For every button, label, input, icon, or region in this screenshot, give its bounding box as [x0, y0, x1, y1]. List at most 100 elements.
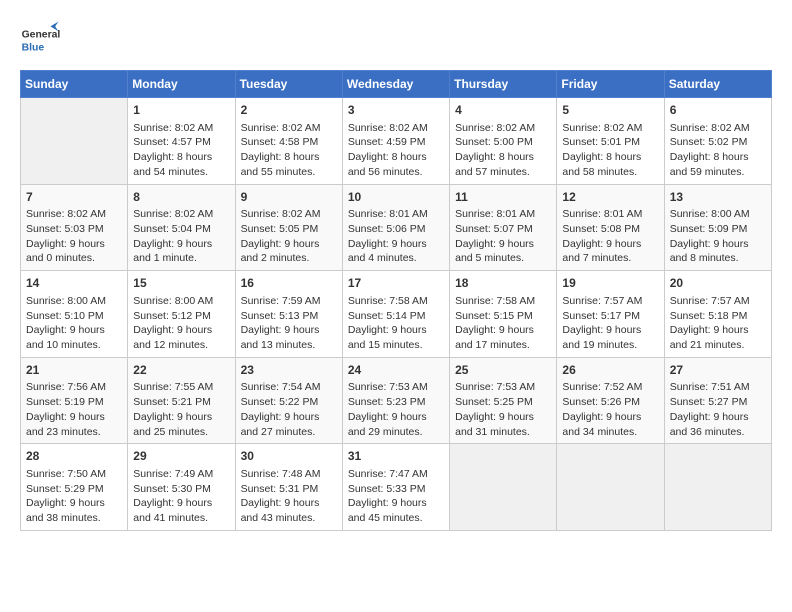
calendar-cell: 20 Sunrise: 7:57 AMSunset: 5:18 PMDayligh…	[664, 271, 771, 358]
day-number: 9	[241, 189, 337, 206]
calendar-cell: 12Sunrise: 8:01 AMSunset: 5:08 PMDayligh…	[557, 184, 664, 271]
svg-text:General: General	[22, 30, 60, 41]
day-number: 29	[133, 448, 229, 465]
svg-text:Blue: Blue	[22, 42, 45, 53]
calendar-cell: 18Sunrise: 7:58 AMSunset: 5:15 PMDayligh…	[450, 271, 557, 358]
day-number: 3	[348, 102, 444, 119]
day-number: 1	[133, 102, 229, 119]
day-number: 26	[562, 362, 658, 379]
calendar-cell: 21Sunrise: 7:56 AMSunset: 5:19 PMDayligh…	[21, 357, 128, 444]
day-info: Sunrise: 8:02 AMSunset: 5:00 PMDaylight:…	[455, 121, 551, 180]
day-info: Sunrise: 7:55 AMSunset: 5:21 PMDaylight:…	[133, 380, 229, 439]
header-thursday: Thursday	[450, 71, 557, 98]
calendar-cell: 13Sunrise: 8:00 AMSunset: 5:09 PMDayligh…	[664, 184, 771, 271]
day-info: Sunrise: 8:02 AMSunset: 5:01 PMDaylight:…	[562, 121, 658, 180]
week-row-3: 21Sunrise: 7:56 AMSunset: 5:19 PMDayligh…	[21, 357, 772, 444]
calendar-table: SundayMondayTuesdayWednesdayThursdayFrid…	[20, 70, 772, 531]
logo: General Blue	[20, 20, 60, 60]
calendar-cell: 27Sunrise: 7:51 AMSunset: 5:27 PMDayligh…	[664, 357, 771, 444]
day-info: Sunrise: 7:52 AMSunset: 5:26 PMDaylight:…	[562, 380, 658, 439]
header-friday: Friday	[557, 71, 664, 98]
day-info: Sunrise: 7:59 AMSunset: 5:13 PMDaylight:…	[241, 294, 337, 353]
day-info: Sunrise: 8:02 AMSunset: 5:03 PMDaylight:…	[26, 207, 122, 266]
day-number: 10	[348, 189, 444, 206]
day-number: 28	[26, 448, 122, 465]
week-row-4: 28 Sunrise: 7:50 AMSunset: 5:29 PMDayligh…	[21, 444, 772, 531]
calendar-body: 1 Sunrise: 8:02 AMSunset: 4:57 PMDaylight…	[21, 98, 772, 531]
day-info: Sunrise: 8:01 AMSunset: 5:06 PMDaylight:…	[348, 207, 444, 266]
header-saturday: Saturday	[664, 71, 771, 98]
day-number: 2	[241, 102, 337, 119]
week-row-2: 14Sunrise: 8:00 AMSunset: 5:10 PMDayligh…	[21, 271, 772, 358]
calendar-cell: 17Sunrise: 7:58 AMSunset: 5:14 PMDayligh…	[342, 271, 449, 358]
calendar-cell: 3Sunrise: 8:02 AMSunset: 4:59 PMDaylight…	[342, 98, 449, 185]
calendar-cell: 24Sunrise: 7:53 AMSunset: 5:23 PMDayligh…	[342, 357, 449, 444]
header-sunday: Sunday	[21, 71, 128, 98]
day-number: 23	[241, 362, 337, 379]
day-number: 21	[26, 362, 122, 379]
day-number: 13	[670, 189, 766, 206]
day-number: 27	[670, 362, 766, 379]
day-info: Sunrise: 7:50 AMSunset: 5:29 PMDaylight:…	[26, 467, 122, 526]
day-info: Sunrise: 8:02 AMSunset: 4:57 PMDaylight:…	[133, 121, 229, 180]
day-info: Sunrise: 7:49 AMSunset: 5:30 PMDaylight:…	[133, 467, 229, 526]
calendar-cell: 30Sunrise: 7:48 AMSunset: 5:31 PMDayligh…	[235, 444, 342, 531]
calendar-cell: 22Sunrise: 7:55 AMSunset: 5:21 PMDayligh…	[128, 357, 235, 444]
day-number: 25	[455, 362, 551, 379]
calendar-cell	[21, 98, 128, 185]
day-number: 5	[562, 102, 658, 119]
day-info: Sunrise: 8:00 AMSunset: 5:09 PMDaylight:…	[670, 207, 766, 266]
calendar-cell: 26Sunrise: 7:52 AMSunset: 5:26 PMDayligh…	[557, 357, 664, 444]
page-header: General Blue	[20, 20, 772, 60]
calendar-cell: 7Sunrise: 8:02 AMSunset: 5:03 PMDaylight…	[21, 184, 128, 271]
day-info: Sunrise: 7:54 AMSunset: 5:22 PMDaylight:…	[241, 380, 337, 439]
day-number: 22	[133, 362, 229, 379]
calendar-cell: 25Sunrise: 7:53 AMSunset: 5:25 PMDayligh…	[450, 357, 557, 444]
day-number: 24	[348, 362, 444, 379]
day-info: Sunrise: 7:57 AMSunset: 5:17 PMDaylight:…	[562, 294, 658, 353]
week-row-1: 7Sunrise: 8:02 AMSunset: 5:03 PMDaylight…	[21, 184, 772, 271]
day-info: Sunrise: 8:02 AMSunset: 5:02 PMDaylight:…	[670, 121, 766, 180]
calendar-cell: 31Sunrise: 7:47 AMSunset: 5:33 PMDayligh…	[342, 444, 449, 531]
header-wednesday: Wednesday	[342, 71, 449, 98]
day-number: 20	[670, 275, 766, 292]
day-number: 31	[348, 448, 444, 465]
day-number: 15	[133, 275, 229, 292]
day-info: Sunrise: 7:58 AMSunset: 5:14 PMDaylight:…	[348, 294, 444, 353]
calendar-cell: 1 Sunrise: 8:02 AMSunset: 4:57 PMDaylight…	[128, 98, 235, 185]
week-row-0: 1 Sunrise: 8:02 AMSunset: 4:57 PMDaylight…	[21, 98, 772, 185]
calendar-cell: 9Sunrise: 8:02 AMSunset: 5:05 PMDaylight…	[235, 184, 342, 271]
calendar-cell: 11Sunrise: 8:01 AMSunset: 5:07 PMDayligh…	[450, 184, 557, 271]
day-info: Sunrise: 8:02 AMSunset: 4:58 PMDaylight:…	[241, 121, 337, 180]
day-info: Sunrise: 8:01 AMSunset: 5:08 PMDaylight:…	[562, 207, 658, 266]
calendar-cell: 2 Sunrise: 8:02 AMSunset: 4:58 PMDaylight…	[235, 98, 342, 185]
day-info: Sunrise: 7:53 AMSunset: 5:23 PMDaylight:…	[348, 380, 444, 439]
day-number: 14	[26, 275, 122, 292]
day-number: 7	[26, 189, 122, 206]
header-tuesday: Tuesday	[235, 71, 342, 98]
day-info: Sunrise: 8:00 AMSunset: 5:12 PMDaylight:…	[133, 294, 229, 353]
day-info: Sunrise: 7:51 AMSunset: 5:27 PMDaylight:…	[670, 380, 766, 439]
day-number: 16	[241, 275, 337, 292]
calendar-cell: 4 Sunrise: 8:02 AMSunset: 5:00 PMDaylight…	[450, 98, 557, 185]
calendar-cell	[557, 444, 664, 531]
day-info: Sunrise: 8:01 AMSunset: 5:07 PMDaylight:…	[455, 207, 551, 266]
calendar-cell: 29 Sunrise: 7:49 AMSunset: 5:30 PMDayligh…	[128, 444, 235, 531]
day-info: Sunrise: 7:48 AMSunset: 5:31 PMDaylight:…	[241, 467, 337, 526]
day-info: Sunrise: 7:57 AMSunset: 5:18 PMDaylight:…	[670, 294, 766, 353]
day-info: Sunrise: 8:02 AMSunset: 5:05 PMDaylight:…	[241, 207, 337, 266]
calendar-cell: 8Sunrise: 8:02 AMSunset: 5:04 PMDaylight…	[128, 184, 235, 271]
day-number: 8	[133, 189, 229, 206]
calendar-cell: 6Sunrise: 8:02 AMSunset: 5:02 PMDaylight…	[664, 98, 771, 185]
day-number: 12	[562, 189, 658, 206]
calendar-cell: 16 Sunrise: 7:59 AMSunset: 5:13 PMDayligh…	[235, 271, 342, 358]
day-info: Sunrise: 7:58 AMSunset: 5:15 PMDaylight:…	[455, 294, 551, 353]
calendar-cell: 5 Sunrise: 8:02 AMSunset: 5:01 PMDaylight…	[557, 98, 664, 185]
day-number: 4	[455, 102, 551, 119]
calendar-cell: 19 Sunrise: 7:57 AMSunset: 5:17 PMDayligh…	[557, 271, 664, 358]
calendar-cell: 15 Sunrise: 8:00 AMSunset: 5:12 PMDayligh…	[128, 271, 235, 358]
header-monday: Monday	[128, 71, 235, 98]
calendar-cell	[664, 444, 771, 531]
day-number: 19	[562, 275, 658, 292]
day-info: Sunrise: 8:02 AMSunset: 5:04 PMDaylight:…	[133, 207, 229, 266]
